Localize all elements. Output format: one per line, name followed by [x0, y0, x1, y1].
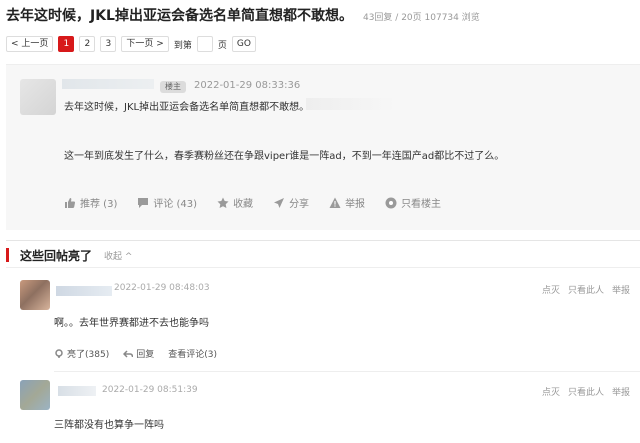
send-icon [274, 197, 285, 208]
thread-title: 去年这时候，JKL掉出亚运会备选名单简直想都不敢想。 [6, 8, 353, 24]
author-name-blurred[interactable] [62, 79, 154, 89]
post-text-line-1: 去年这时候，JKL掉出亚运会备选名单简直想都不敢想。 [64, 102, 310, 113]
reply-actions: 亮了(385) 回复 查看评论(3) [54, 347, 217, 360]
report-button[interactable]: 举报 [329, 195, 365, 210]
avatar[interactable] [20, 280, 50, 310]
post-actions: 推荐 (3) 评论 (43) 收藏 分享 举报 只看楼主 [64, 195, 441, 210]
reply-ops: 点灭 只看此人 举报 [542, 283, 630, 296]
section-accent-bar [6, 248, 9, 262]
view-count: 107734 浏览 [424, 13, 480, 23]
reply-count: 43回复 [362, 13, 393, 23]
reply-item: 2022-01-29 08:51:39 点灭 只看此人 举报 三阵都没有也算争一… [6, 372, 640, 443]
comment-icon [138, 197, 149, 208]
owner-only-button[interactable]: 只看楼主 [385, 195, 441, 210]
warning-icon [329, 197, 341, 208]
comment-button[interactable]: 评论 (43) [137, 195, 197, 210]
only-this-user-button[interactable]: 只看此人 [568, 385, 604, 398]
avatar[interactable] [20, 380, 50, 410]
reply-item: 2022-01-29 08:48:03 点灭 只看此人 举报 啊。。去年世界赛都… [6, 272, 640, 372]
page-2-button[interactable]: 2 [79, 36, 96, 52]
owner-badge: 楼主 [160, 81, 186, 93]
thread-stats: 43回复 / 20页 107734 浏览 [362, 13, 480, 23]
reply-button[interactable]: 回复 [123, 347, 154, 360]
dislike-button[interactable]: 点灭 [542, 283, 560, 296]
post-text-line-2: 这一年到底发生了什么，春季赛粉丝还在争跟viper谁是一阵ad，不到一年连国产a… [64, 151, 505, 162]
reply-time: 2022-01-29 08:48:03 [114, 283, 210, 293]
dislike-button[interactable]: 点灭 [542, 385, 560, 398]
report-button[interactable]: 举报 [612, 283, 630, 296]
goto-page-input[interactable] [196, 36, 213, 52]
avatar[interactable] [20, 79, 56, 115]
page-count: 20页 [401, 13, 422, 23]
lightbulb-icon [55, 348, 63, 358]
reply-text: 三阵都没有也算争一阵吗 [54, 420, 164, 431]
like-button[interactable]: 亮了(385) [54, 347, 109, 360]
share-button[interactable]: 分享 [273, 195, 309, 210]
eye-icon [385, 197, 397, 208]
section-title: 这些回帖亮了 [20, 249, 93, 263]
reply-time: 2022-01-29 08:51:39 [102, 385, 198, 395]
reply-ops: 点灭 只看此人 举报 [542, 385, 630, 398]
collapse-button[interactable]: 收起 ^ [104, 249, 132, 262]
author-name-blurred[interactable] [58, 386, 96, 396]
go-button[interactable]: GO [231, 36, 256, 52]
favorite-button[interactable]: 收藏 [217, 195, 253, 210]
author-name-blurred[interactable] [56, 286, 112, 296]
hot-replies-header: 这些回帖亮了 收起 ^ [6, 240, 640, 268]
blurred-region [306, 98, 396, 110]
star-icon [217, 197, 229, 208]
report-button[interactable]: 举报 [612, 385, 630, 398]
thumbs-up-icon [65, 197, 76, 208]
page-3-button[interactable]: 3 [100, 36, 117, 52]
main-post: 楼主 2022-01-29 08:33:36 去年这时候，JKL掉出亚运会备选名… [6, 64, 640, 230]
pagination: < 上一页 1 2 3 下一页 > 到第 页 GO [6, 36, 256, 52]
recommend-button[interactable]: 推荐 (3) [64, 195, 117, 210]
reply-icon [123, 349, 134, 358]
next-page-button[interactable]: 下一页 > [121, 36, 169, 52]
page-1-button[interactable]: 1 [58, 36, 75, 52]
prev-page-button[interactable]: < 上一页 [6, 36, 54, 52]
only-this-user-button[interactable]: 只看此人 [568, 283, 604, 296]
page-unit-label: 页 [217, 40, 227, 51]
reply-text: 啊。。去年世界赛都进不去也能争吗 [54, 318, 209, 329]
post-time: 2022-01-29 08:33:36 [194, 80, 301, 91]
goto-label: 到第 [173, 40, 192, 51]
thread-header: 去年这时候，JKL掉出亚运会备选名单简直想都不敢想。 43回复 / 20页 10… [6, 5, 480, 25]
view-comments-button[interactable]: 查看评论(3) [168, 347, 217, 360]
